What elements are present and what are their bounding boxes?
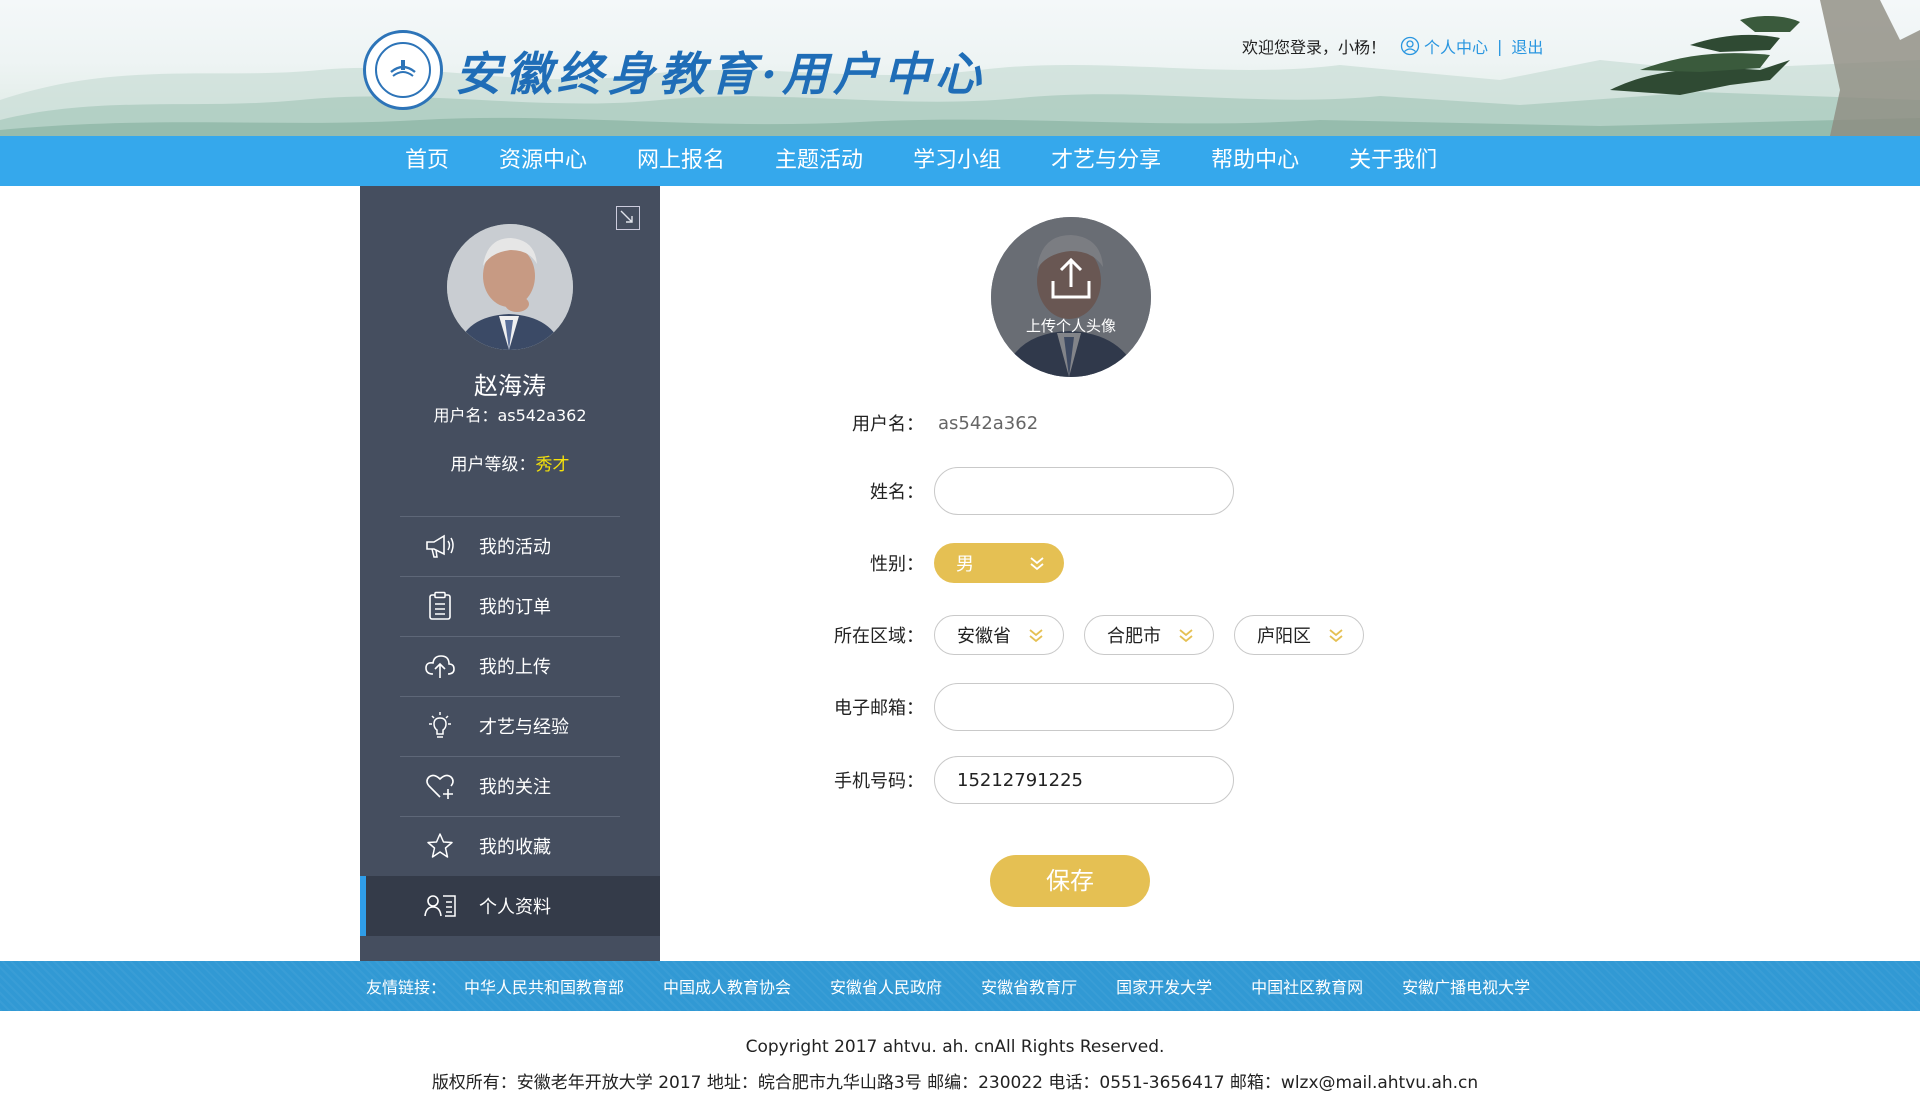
sidebar-item-label: 个人资料 [479,897,551,918]
sidebar-item-profile[interactable]: 个人资料 [360,876,660,936]
site-title: 安徽终身教育·用户中心 [455,47,987,101]
sidebar-item-label: 才艺与经验 [479,717,569,738]
user-level-label: 用户等级： [450,455,536,475]
sidebar-item-my-uploads[interactable]: 我的上传 [360,636,660,696]
logout-link[interactable]: 退出 [1511,34,1543,58]
sidebar-item-my-orders[interactable]: 我的订单 [360,576,660,636]
gender-value: 男 [956,554,974,575]
save-button[interactable]: 保存 [990,855,1150,907]
chevron-down-icon [1329,629,1343,643]
sidebar-menu: 我的活动 我的订单 我的上传 才艺与经验 我的关注 我的收藏 个人资料 [360,516,660,936]
welcome-text: 欢迎您登录，小杨！ [1242,38,1387,57]
nav-items: 首页 资源中心 网上报名 主题活动 学习小组 才艺与分享 帮助中心 关于我们 [380,136,1462,186]
friend-link[interactable]: 中国社区教育网 [1251,974,1363,998]
user-center-label: 个人中心 [1424,38,1489,57]
nav-about[interactable]: 关于我们 [1324,136,1462,186]
phone-label: 手机号码： [834,771,924,792]
username-value: as542a362 [938,412,1039,434]
user-level: 用户等级：秀才 [360,450,660,475]
friend-link[interactable]: 安徽省教育厅 [981,974,1077,998]
user-icon [1400,36,1420,56]
collapse-button[interactable] [616,206,640,230]
sidebar-item-label: 我的收藏 [479,837,551,858]
province-select[interactable]: 安徽省 [934,615,1064,655]
city-value: 合肥市 [1107,626,1161,647]
link-separator: | [1497,36,1503,56]
user-center-link[interactable]: 个人中心 [1400,34,1488,58]
sidebar-item-my-favorites[interactable]: 我的收藏 [360,816,660,876]
copyright-text: Copyright 2017 ahtvu. ah. cnAll Rights R… [745,1037,1165,1057]
clipboard-icon [423,589,457,623]
username-row: 用户名： as542a362 [790,410,1038,436]
user-level-value: 秀才 [535,455,570,475]
logo-inner-ring [375,42,431,98]
nav-study-groups[interactable]: 学习小组 [888,136,1026,186]
sidebar-item-label: 我的活动 [479,537,551,558]
district-value: 庐阳区 [1257,626,1311,647]
top-user-links: 欢迎您登录，小杨！ 个人中心 | 退出 [1242,34,1543,58]
nav-help[interactable]: 帮助中心 [1186,136,1324,186]
lightbulb-icon [423,709,457,743]
sidebar: 赵海涛 用户名：as542a362 用户等级：秀才 我的活动 我的订单 我的上传 [360,186,660,961]
phone-field[interactable] [934,756,1234,804]
user-display-name: 赵海涛 [474,372,546,400]
gender-select[interactable]: 男 [934,543,1064,583]
avatar-photo [447,224,573,350]
friend-link[interactable]: 中国成人教育协会 [663,974,791,998]
user-username: 用户名：as542a362 [433,406,587,425]
city-select[interactable]: 合肥市 [1084,615,1214,655]
sidebar-item-talent-experience[interactable]: 才艺与经验 [360,696,660,756]
district-select[interactable]: 庐阳区 [1234,615,1364,655]
nav-registration[interactable]: 网上报名 [612,136,750,186]
heart-plus-icon [423,769,457,803]
upload-avatar-label: 上传个人头像 [1025,317,1116,335]
sidebar-item-label: 我的订单 [479,597,551,618]
friend-links-bar: 友情链接： 中华人民共和国教育部 中国成人教育协会 安徽省人民政府 安徽省教育厅… [0,961,1920,1011]
friend-links: 友情链接： 中华人民共和国教育部 中国成人教育协会 安徽省人民政府 安徽省教育厅… [366,961,1569,1011]
collapse-icon [620,210,633,223]
nav-talent-sharing[interactable]: 才艺与分享 [1026,136,1186,186]
nav-home[interactable]: 首页 [380,136,474,186]
logo-book-icon [390,60,416,77]
footer-address: 版权所有：安徽老年开放大学 2017 地址：皖合肥市九华山路3号 邮编：2300… [431,1073,1479,1093]
friend-link[interactable]: 安徽广播电视大学 [1402,974,1530,998]
gender-row: 性别： 男 [790,543,1064,583]
gender-label: 性别： [870,554,924,575]
sidebar-item-my-activities[interactable]: 我的活动 [360,516,660,576]
friend-link[interactable]: 国家开发大学 [1116,974,1212,998]
name-row: 姓名： [790,467,1234,515]
site-logo [363,30,443,110]
friend-link[interactable]: 安徽省人民政府 [830,974,942,998]
main-nav: 首页 资源中心 网上报名 主题活动 学习小组 才艺与分享 帮助中心 关于我们 [0,136,1920,186]
cloud-upload-icon [423,649,457,683]
sidebar-item-label: 我的上传 [479,657,551,678]
avatar [447,224,573,350]
province-value: 安徽省 [957,626,1011,647]
star-icon [423,829,457,863]
upload-avatar-button[interactable]: 上传个人头像 [991,217,1151,377]
region-row: 所在区域： 安徽省 合肥市 庐阳区 [790,615,1384,655]
username-label: 用户名： [852,414,924,435]
profile-card-icon [423,889,457,923]
email-row: 电子邮箱： [790,683,1234,731]
chevron-down-icon [1030,557,1044,571]
email-field[interactable] [934,683,1234,731]
megaphone-icon [423,529,457,563]
sidebar-item-my-follows[interactable]: 我的关注 [360,756,660,816]
name-field[interactable] [934,467,1234,515]
chevron-down-icon [1179,629,1193,643]
email-label: 电子邮箱： [834,698,924,719]
phone-row: 手机号码： [790,756,1234,804]
nav-activities[interactable]: 主题活动 [750,136,888,186]
upload-icon [1051,257,1091,299]
friend-link[interactable]: 中华人民共和国教育部 [464,974,624,998]
region-label: 所在区域： [834,626,924,647]
name-label: 姓名： [870,482,924,503]
nav-resources[interactable]: 资源中心 [474,136,612,186]
header-banner: 安徽终身教育·用户中心 欢迎您登录，小杨！ 个人中心 | 退出 [0,0,1920,136]
sidebar-item-label: 我的关注 [479,777,551,798]
chevron-down-icon [1029,629,1043,643]
friend-links-label: 友情链接： [366,978,447,997]
